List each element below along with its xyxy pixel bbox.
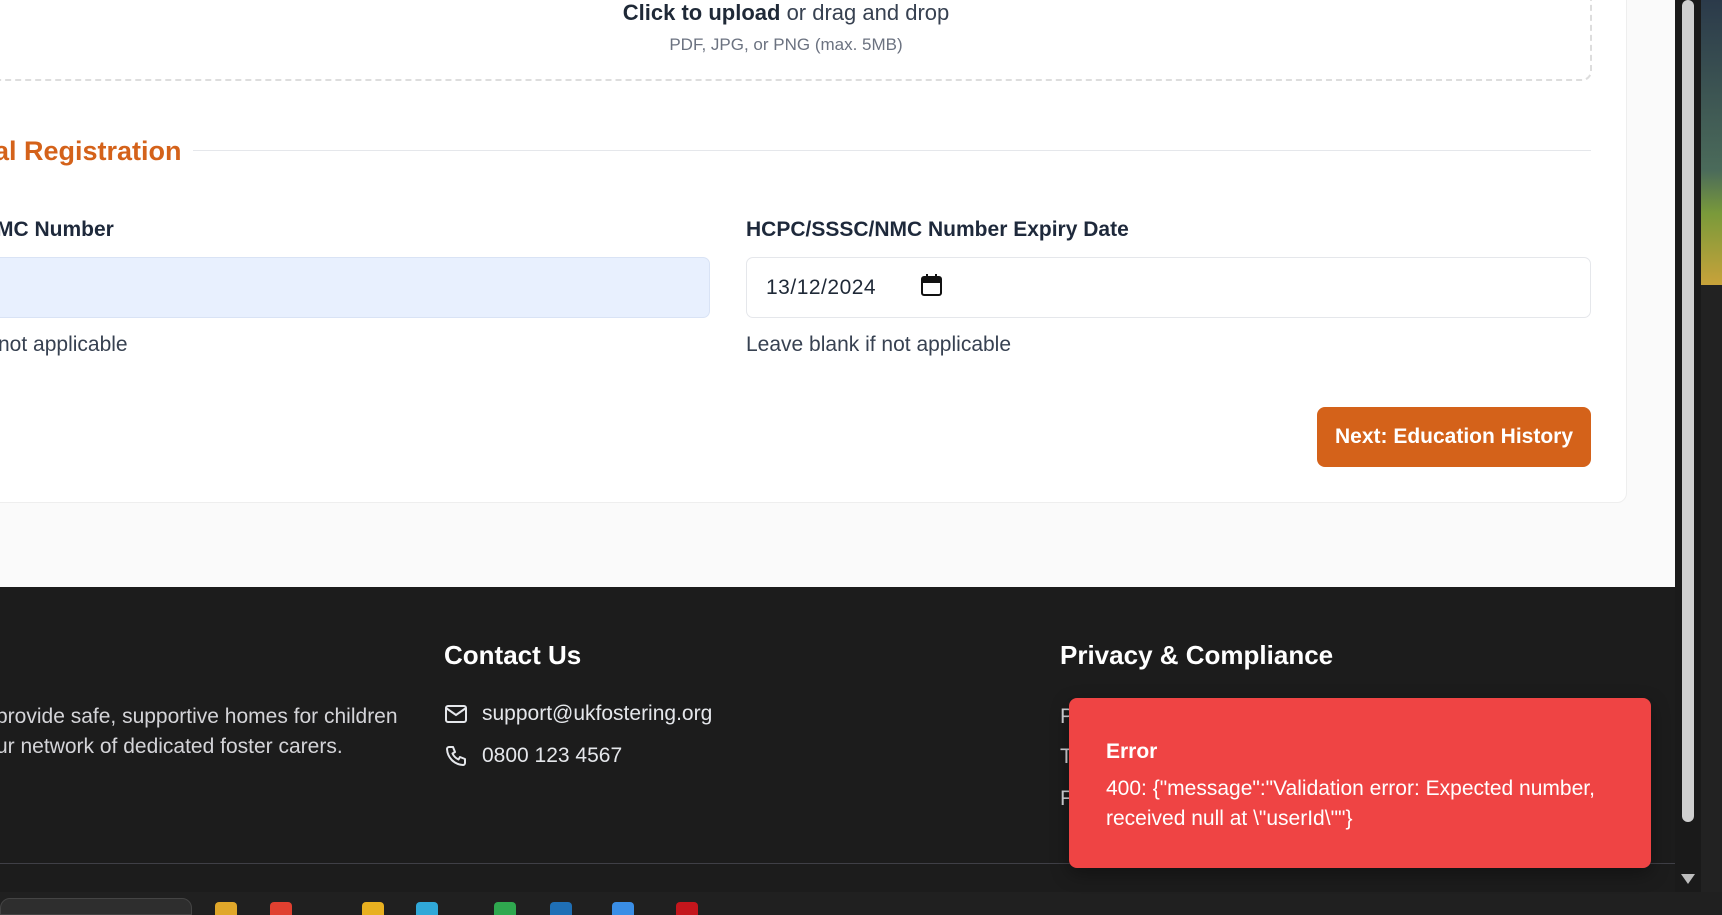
contact-phone[interactable]: 0800 123 4567 (482, 744, 622, 768)
app-taskbar-icon[interactable] (362, 902, 384, 915)
contact-phone-row[interactable]: 0800 123 4567 (444, 744, 622, 768)
main-content: Click to upload or drag and drop PDF, JP… (0, 0, 1675, 587)
error-toast[interactable]: Error 400: {"message":"Validation error:… (1069, 698, 1651, 868)
section-title: al Registration (0, 136, 182, 166)
expiry-date-hint: Leave blank if not applicable (746, 333, 1012, 356)
app-taskbar-icon-4[interactable] (550, 902, 572, 915)
contact-email[interactable]: support@ukfostering.org (482, 702, 712, 726)
expiry-date-input[interactable]: 13/12/2024 (746, 257, 1591, 318)
next-education-history-button[interactable]: Next: Education History (1317, 407, 1591, 467)
taskbar-search[interactable] (0, 898, 192, 915)
browser-taskbar-icon[interactable] (270, 902, 292, 915)
registration-number-input[interactable] (0, 257, 710, 318)
privacy-compliance-heading: Privacy & Compliance (1060, 640, 1334, 670)
app-taskbar-icon-3[interactable] (494, 902, 516, 915)
expiry-date-value: 13/12/2024 (766, 276, 877, 299)
scrollbar-thumb[interactable] (1682, 0, 1694, 822)
contact-us-heading: Contact Us (444, 640, 582, 670)
file-upload-dropzone[interactable]: Click to upload or drag and drop PDF, JP… (0, 0, 1592, 81)
upload-drag-text: or drag and drop (780, 0, 950, 25)
file-explorer-taskbar-icon[interactable] (215, 902, 237, 915)
expiry-date-label: HCPC/SSSC/NMC Number Expiry Date (746, 218, 1129, 241)
page-scrollbar[interactable] (1675, 0, 1701, 892)
error-toast-title: Error (1106, 740, 1158, 763)
app-taskbar-icon-6[interactable] (676, 902, 698, 915)
upload-instructions: Click to upload or drag and drop (0, 0, 1590, 26)
registration-number-label: MC Number (0, 218, 114, 241)
footer-about-line-1: provide safe, supportive homes for child… (0, 705, 398, 728)
contact-email-row[interactable]: support@ukfostering.org (444, 702, 712, 726)
scroll-down-arrow-icon[interactable] (1681, 874, 1695, 884)
registration-number-hint: not applicable (0, 333, 128, 356)
upload-file-types: PDF, JPG, or PNG (max. 5MB) (669, 35, 903, 54)
wallpaper-preview (1701, 0, 1722, 285)
app-taskbar-icon-2[interactable] (416, 902, 438, 915)
os-taskbar (0, 892, 1722, 915)
footer-about-line-2: ur network of dedicated foster carers. (0, 735, 343, 758)
upload-click-text[interactable]: Click to upload (623, 0, 781, 25)
section-divider (193, 150, 1591, 151)
phone-icon (446, 746, 466, 766)
error-toast-message: 400: {"message":"Validation error: Expec… (1106, 777, 1595, 830)
app-taskbar-icon-5[interactable] (612, 902, 634, 915)
calendar-icon[interactable] (921, 274, 942, 296)
adjacent-window-edge (1701, 0, 1722, 892)
mail-icon (445, 705, 467, 723)
